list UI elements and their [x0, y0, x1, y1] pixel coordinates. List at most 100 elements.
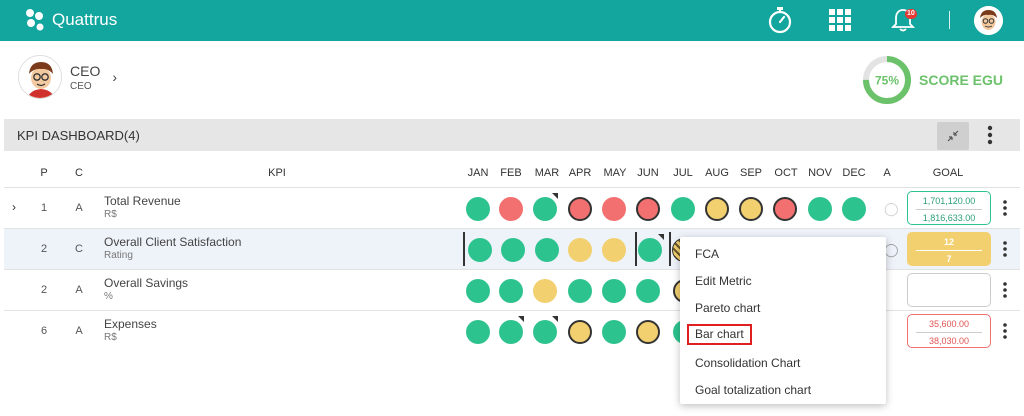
month-status-feb[interactable] — [499, 197, 523, 221]
kpi-name[interactable]: Total Revenue — [104, 194, 181, 208]
column-header-oct: OCT — [774, 167, 798, 179]
month-status-jul[interactable] — [671, 197, 695, 221]
month-status-jan[interactable] — [466, 320, 490, 344]
goal-box[interactable] — [907, 273, 991, 307]
row-more-button[interactable] — [1002, 323, 1008, 344]
month-status-jun[interactable] — [636, 197, 660, 221]
column-header-jul: JUL — [673, 167, 693, 179]
app-name: Quattrus — [52, 10, 118, 29]
column-header-goal: GOAL — [932, 167, 964, 179]
cell-c: C — [75, 243, 83, 255]
avatar-icon — [974, 6, 1003, 35]
month-status-aug[interactable] — [705, 197, 729, 221]
collapse-button[interactable] — [937, 122, 969, 150]
kpi-name[interactable]: Expenses — [104, 317, 157, 331]
month-status-mar[interactable] — [533, 279, 557, 303]
corner-flag-icon — [552, 316, 558, 322]
corner-flag-icon — [552, 193, 558, 199]
kpi-name[interactable]: Overall Savings — [104, 276, 188, 290]
menu-item-fca[interactable]: FCA — [695, 247, 719, 261]
month-status-jan[interactable] — [466, 197, 490, 221]
month-status-feb[interactable] — [499, 320, 523, 344]
attachment-icon[interactable]: ◯ — [884, 201, 899, 217]
month-status-may[interactable] — [602, 197, 626, 221]
menu-item-pareto-chart[interactable]: Pareto chart — [695, 301, 760, 315]
goal-box[interactable]: 1,701,120.00 1,816,633.00 — [907, 191, 991, 225]
kpi-dashboard-header: KPI DASHBOARD(4) — [4, 119, 1020, 151]
column-header-a: A — [883, 167, 891, 179]
month-status-may[interactable] — [602, 238, 626, 262]
month-status-oct[interactable] — [773, 197, 797, 221]
notifications-button[interactable]: 10 — [890, 7, 917, 33]
month-status-mar[interactable] — [533, 197, 557, 221]
goal-divider — [916, 209, 982, 210]
column-header-jan: JAN — [467, 167, 489, 179]
apps-button[interactable] — [829, 9, 851, 36]
month-status-feb[interactable] — [501, 238, 525, 262]
month-status-jun[interactable] — [636, 279, 660, 303]
cell-c: A — [75, 325, 83, 337]
month-status-jun[interactable] — [636, 320, 660, 344]
row-more-button[interactable] — [1002, 241, 1008, 262]
month-status-jan[interactable] — [466, 279, 490, 303]
column-header-aug: AUG — [705, 167, 729, 179]
month-status-may[interactable] — [602, 320, 626, 344]
more-vertical-icon — [1003, 241, 1007, 257]
month-status-apr[interactable] — [568, 197, 592, 221]
score-ring: 75% — [863, 56, 911, 104]
row-more-button[interactable] — [1002, 282, 1008, 303]
column-header-kpi: KPI — [268, 167, 286, 179]
top-bar: Quattrus 10 — [0, 0, 1024, 41]
profile-selector[interactable]: CEO CEO › — [18, 55, 117, 99]
goal-box[interactable]: 35,600.00 38,030.00 — [907, 314, 991, 348]
goal-target: 1,701,120.00 — [922, 196, 976, 206]
month-status-mar[interactable] — [535, 238, 559, 262]
more-vertical-icon — [1003, 200, 1007, 216]
collapse-arrows-icon — [947, 130, 959, 142]
menu-item-goal-totalization-chart[interactable]: Goal totalization chart — [695, 383, 811, 397]
month-status-jan[interactable] — [468, 238, 492, 262]
avatar-icon — [19, 56, 61, 98]
kpi-name[interactable]: Overall Client Satisfaction — [104, 235, 241, 249]
period-marker — [669, 232, 671, 266]
menu-item-bar-chart[interactable]: Bar chart — [687, 324, 752, 345]
score-widget[interactable]: 75% SCORE EGU — [861, 54, 1003, 106]
row-more-button[interactable] — [1002, 200, 1008, 221]
timer-button[interactable] — [767, 6, 793, 39]
user-avatar-button[interactable] — [974, 6, 1003, 35]
kpi-unit: R$ — [104, 209, 117, 220]
table-row[interactable]: › 1 A Total Revenue R$ ◯ 1,701,120.00 1,… — [4, 187, 1020, 228]
menu-item-edit-metric[interactable]: Edit Metric — [695, 274, 752, 288]
period-marker — [635, 232, 637, 266]
menu-item-consolidation-chart[interactable]: Consolidation Chart — [695, 356, 800, 370]
stopwatch-icon — [768, 7, 792, 34]
more-vertical-icon — [1003, 323, 1007, 339]
kpi-unit: Rating — [104, 250, 133, 261]
column-header-mar: MAR — [534, 167, 560, 179]
goal-box[interactable]: 12 7 — [907, 232, 991, 266]
expand-row-icon[interactable]: › — [12, 200, 16, 214]
goal-target: 35,600.00 — [928, 319, 970, 329]
column-header-jun: JUN — [637, 167, 659, 179]
goal-divider — [916, 332, 982, 333]
month-status-sep[interactable] — [739, 197, 763, 221]
column-header-nov: NOV — [808, 167, 832, 179]
month-status-jun[interactable] — [638, 238, 662, 262]
kpi-unit: % — [104, 291, 113, 302]
app-logo[interactable]: Quattrus — [24, 8, 117, 32]
column-header-sep: SEP — [739, 167, 763, 179]
month-status-may[interactable] — [602, 279, 626, 303]
dashboard-more-button[interactable] — [986, 125, 994, 150]
period-marker — [463, 232, 465, 266]
month-status-nov[interactable] — [808, 197, 832, 221]
column-header-apr: APR — [568, 167, 592, 179]
month-status-apr[interactable] — [568, 279, 592, 303]
grid-apps-icon — [829, 9, 851, 31]
month-status-apr[interactable] — [568, 238, 592, 262]
cell-p: 2 — [40, 284, 48, 296]
attachment-icon[interactable]: ◯ — [884, 242, 899, 258]
month-status-feb[interactable] — [499, 279, 523, 303]
month-status-dec[interactable] — [842, 197, 866, 221]
month-status-mar[interactable] — [533, 320, 557, 344]
month-status-apr[interactable] — [568, 320, 592, 344]
